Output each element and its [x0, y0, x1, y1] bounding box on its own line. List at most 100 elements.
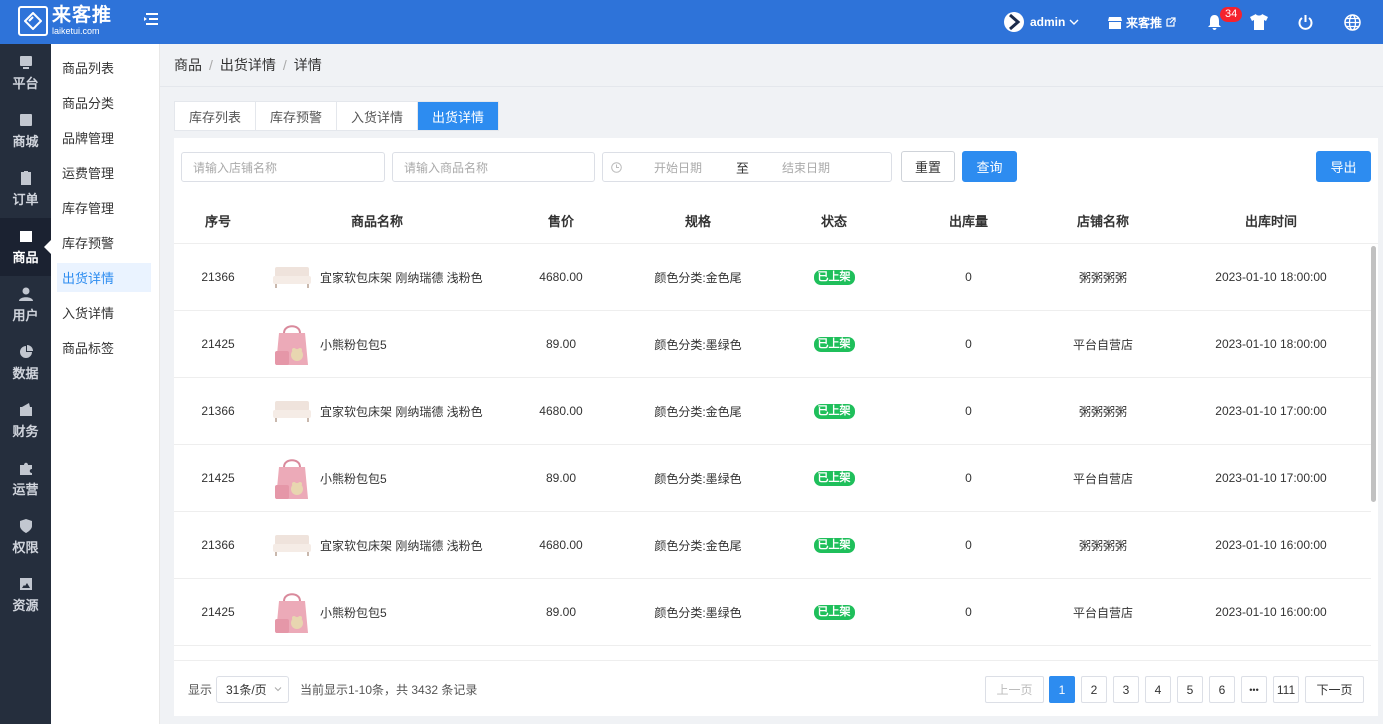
nav-item-order[interactable]: 订单 [0, 160, 51, 218]
cell-spec: 颜色分类:墨绿色 [654, 337, 742, 352]
nav-item-user[interactable]: 用户 [0, 276, 51, 334]
notification-button[interactable]: 34 [1207, 0, 1243, 44]
product-thumbnail[interactable] [272, 458, 312, 499]
user-menu[interactable]: admin [1003, 0, 1079, 44]
breadcrumb-item[interactable]: 出货详情 [220, 55, 276, 75]
nav-item-mall[interactable]: 商城 [0, 102, 51, 160]
logo[interactable]: 来客推 laiketui.com [18, 6, 112, 36]
avatar [1004, 12, 1024, 32]
page-button-3[interactable]: 3 [1113, 676, 1139, 703]
store-name: 来客推 [1126, 15, 1163, 30]
globe-icon [1344, 13, 1361, 31]
cell-name: 宜家软包床架 刚纳瑞德 浅粉色 [262, 244, 492, 310]
start-date-input[interactable]: 开始日期 [654, 159, 702, 176]
cell-qty: 0 [965, 404, 972, 418]
clock-icon [611, 161, 622, 173]
store-name-input[interactable]: 请输入店铺名称 [181, 152, 385, 182]
cell-price: 89.00 [545, 337, 577, 351]
table-row: 21425 小熊粉包包5 89.00 颜色分类:墨绿色 已上架 0 平台自营店 2023-01… [174, 311, 1371, 378]
query-button[interactable]: 查询 [962, 151, 1017, 182]
cell-status: 已上架 [766, 378, 902, 444]
product-thumbnail[interactable] [272, 324, 312, 365]
subnav-item-inbound[interactable]: 入货详情 [57, 298, 151, 327]
menu-toggle-icon[interactable] [144, 12, 162, 30]
product-thumbnail[interactable] [272, 525, 312, 565]
mall-icon [19, 113, 32, 126]
logout-button[interactable] [1298, 0, 1313, 44]
subnav-item-goods-category[interactable]: 商品分类 [57, 88, 151, 117]
subnav-item-tags[interactable]: 商品标签 [57, 333, 151, 362]
cell-status: 已上架 [766, 244, 902, 310]
subnav-item-outbound[interactable]: 出货详情 [57, 263, 151, 292]
cell-price: 4680.00 [539, 270, 583, 284]
tab-outbound[interactable]: 出货详情 [418, 102, 499, 130]
cell-id: 21366 [201, 538, 235, 552]
tab-stock-list[interactable]: 库存列表 [175, 102, 257, 130]
page-button-6[interactable]: 6 [1209, 676, 1235, 703]
table-header: 序号 商品名称 售价 规格 状态 出库量 店铺名称 出库时间 [174, 200, 1378, 244]
nav-item-finance[interactable]: 财务 [0, 392, 51, 450]
table-row: 21366 宜家软包床架 刚纳瑞德 浅粉色 4680.00 颜色分类:金色尾 已上架 0 粥… [174, 512, 1371, 579]
power-icon [1298, 14, 1313, 30]
cell-store: 平台自营店 [1072, 605, 1133, 620]
col-header: 出库量 [948, 214, 988, 229]
page-button-2[interactable]: 2 [1081, 676, 1107, 703]
nav-item-platform[interactable]: 平台 [0, 44, 51, 102]
nav-label: 权限 [12, 539, 39, 555]
cell-time: 2023-01-10 18:00:00 [1215, 337, 1327, 351]
status-badge: 已上架 [813, 403, 855, 419]
cell-price: 4680.00 [539, 404, 583, 418]
breadcrumb-item[interactable]: 商品 [174, 55, 202, 75]
date-range-picker[interactable]: 开始日期 至 结束日期 [602, 152, 892, 182]
next-page-button[interactable]: 下一页 [1305, 676, 1364, 703]
page-size-select[interactable]: 31条/页 [216, 676, 289, 703]
breadcrumb-item: 详情 [293, 57, 322, 73]
cell-status: 已上架 [766, 445, 902, 511]
subnav-item-freight[interactable]: 运费管理 [57, 158, 151, 187]
cell-qty: 0 [965, 538, 972, 552]
page-button-4[interactable]: 4 [1145, 676, 1171, 703]
table-scrollbar[interactable] [1371, 246, 1376, 502]
external-link-icon [1166, 17, 1176, 27]
nav-item-resource[interactable]: 资源 [0, 566, 51, 624]
puzzle-icon [19, 462, 32, 475]
product-thumbnail[interactable] [272, 257, 312, 297]
prev-page-button[interactable]: 上一页 [985, 676, 1044, 703]
notification-badge: 34 [1220, 7, 1243, 22]
nav-item-operation[interactable]: 运营 [0, 450, 51, 508]
cell-name: 宜家软包床架 刚纳瑞德 浅粉色 [262, 512, 492, 578]
subnav-item-goods-list[interactable]: 商品列表 [57, 53, 151, 82]
table-row: 21425 小熊粉包包5 89.00 颜色分类:墨绿色 已上架 0 平台自营店 2023-01… [174, 579, 1371, 646]
page-ellipsis-button[interactable]: ••• [1241, 676, 1267, 703]
nav-item-data[interactable]: 数据 [0, 334, 51, 392]
theme-button[interactable] [1250, 0, 1268, 44]
reset-button[interactable]: 重置 [901, 151, 955, 182]
product-name-input[interactable]: 请输入商品名称 [392, 152, 595, 182]
cell-store: 粥粥粥粥 [1078, 404, 1127, 419]
page-button-1[interactable]: 1 [1049, 676, 1075, 703]
store-link[interactable]: 来客推 [1108, 0, 1176, 44]
subnav-item-stock[interactable]: 库存管理 [57, 193, 151, 222]
end-date-input[interactable]: 结束日期 [782, 159, 830, 176]
tab-stock-warning[interactable]: 库存预警 [256, 102, 338, 130]
cell-id: 21425 [201, 337, 235, 351]
col-header: 商品名称 [350, 214, 403, 229]
subnav-item-brand[interactable]: 品牌管理 [57, 123, 151, 152]
product-thumbnail[interactable] [272, 391, 312, 431]
cell-store: 平台自营店 [1072, 337, 1133, 352]
cell-id: 21366 [201, 270, 235, 284]
nav-item-permission[interactable]: 权限 [0, 508, 51, 566]
subnav-item-stock-warning[interactable]: 库存预警 [57, 228, 151, 257]
status-badge: 已上架 [813, 336, 855, 352]
tab-inbound[interactable]: 入货详情 [337, 102, 419, 130]
cell-time: 2023-01-10 17:00:00 [1215, 404, 1327, 418]
page-button-last[interactable]: 111 [1273, 676, 1299, 703]
product-thumbnail[interactable] [272, 592, 312, 633]
nav-item-goods[interactable]: 商品 [0, 218, 51, 276]
page-button-5[interactable]: 5 [1177, 676, 1203, 703]
table-row: 21366 宜家软包床架 刚纳瑞德 浅粉色 4680.00 颜色分类:金色尾 已上架 0 粥… [174, 244, 1371, 311]
nav-label: 运营 [12, 481, 39, 497]
language-button[interactable] [1344, 0, 1361, 44]
export-button[interactable]: 导出 [1316, 151, 1371, 182]
status-badge: 已上架 [813, 470, 855, 486]
